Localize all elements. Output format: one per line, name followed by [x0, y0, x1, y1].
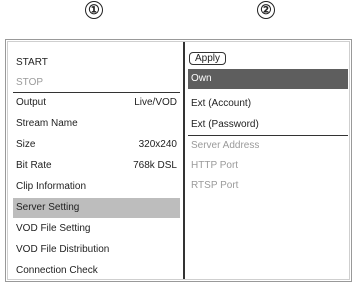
http-port-label: HTTP Port — [191, 160, 239, 171]
apply-button[interactable]: Apply — [189, 52, 227, 65]
menu-item-output[interactable]: Output Live/VOD — [13, 93, 180, 113]
output-label: Output — [16, 97, 47, 108]
menu-item-size[interactable]: Size 320x240 — [13, 135, 180, 155]
output-value: Live/VOD — [134, 97, 177, 108]
server-setting-label: Server Setting — [16, 202, 80, 213]
menu-screen: START STOP Output Live/VOD Stream Name S… — [5, 39, 352, 282]
menu-item-vod-file-setting[interactable]: VOD File Setting — [13, 219, 180, 239]
rtsp-port-label: RTSP Port — [191, 180, 239, 191]
submenu-item-http-port: HTTP Port — [188, 156, 348, 176]
bit-rate-value: 768k DSL — [133, 160, 177, 171]
menu-item-server-setting[interactable]: Server Setting — [13, 198, 180, 218]
submenu-item-own[interactable]: Own — [188, 69, 348, 89]
menu-item-bit-rate[interactable]: Bit Rate 768k DSL — [13, 156, 180, 176]
clip-information-label: Clip Information — [16, 181, 87, 192]
stream-name-label: Stream Name — [16, 118, 78, 129]
ext-account-label: Ext (Account) — [191, 98, 252, 109]
vod-file-distribution-label: VOD File Distribution — [16, 244, 110, 255]
callout-1: ① — [85, 1, 103, 19]
submenu-item-ext-password[interactable]: Ext (Password) — [188, 115, 348, 135]
menu-item-start[interactable]: START — [13, 53, 180, 73]
menu-item-connection-check[interactable]: Connection Check — [13, 261, 180, 281]
own-label: Own — [191, 73, 212, 84]
vod-file-setting-label: VOD File Setting — [16, 223, 91, 234]
server-address-label: Server Address — [191, 140, 260, 151]
size-label: Size — [16, 139, 36, 150]
submenu-item-server-address: Server Address — [188, 136, 348, 156]
size-value: 320x240 — [138, 139, 177, 150]
menu-item-stop-label: STOP — [16, 77, 44, 88]
submenu-item-ext-account[interactable]: Ext (Account) — [188, 94, 348, 114]
bit-rate-label: Bit Rate — [16, 160, 52, 171]
menu-item-vod-file-distribution[interactable]: VOD File Distribution — [13, 240, 180, 260]
callout-2: ② — [257, 1, 275, 19]
menu-item-clip-information[interactable]: Clip Information — [13, 177, 180, 197]
submenu-item-rtsp-port: RTSP Port — [188, 176, 348, 196]
connection-check-label: Connection Check — [16, 265, 98, 276]
menu-item-stop: STOP — [13, 73, 180, 93]
menu-item-start-label: START — [16, 57, 48, 68]
column-divider — [183, 42, 185, 279]
ext-password-label: Ext (Password) — [191, 119, 259, 130]
menu-item-stream-name[interactable]: Stream Name — [13, 114, 180, 134]
